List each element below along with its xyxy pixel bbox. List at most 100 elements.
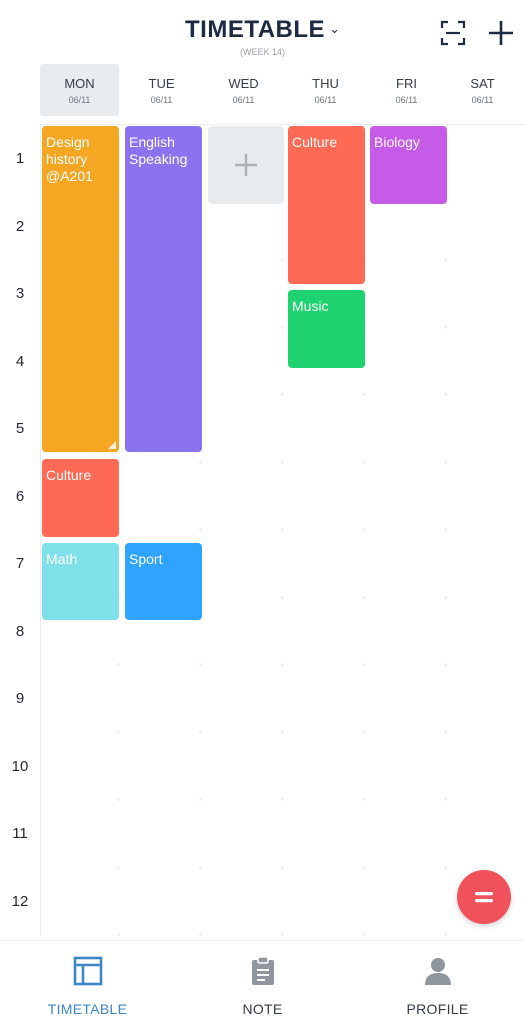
grid-dot bbox=[281, 393, 284, 396]
grid-dot bbox=[117, 933, 120, 936]
grid-dot bbox=[117, 798, 120, 801]
day-sat[interactable]: SAT 06/11 bbox=[443, 64, 522, 116]
event-culture-mon[interactable]: Culture bbox=[42, 459, 119, 537]
clipboard-icon bbox=[252, 956, 274, 985]
day-name: MON bbox=[64, 76, 95, 91]
event-label: English Speaking bbox=[129, 134, 188, 167]
hour-label: 5 bbox=[15, 420, 25, 437]
grid-dot bbox=[281, 798, 284, 801]
week-label: (WEEK 14) bbox=[239, 47, 285, 57]
hour-label: 10 bbox=[11, 758, 29, 775]
event-label: Biology bbox=[374, 134, 420, 150]
grid-dot bbox=[117, 730, 120, 734]
menu-icon bbox=[475, 892, 493, 903]
day-date: 06/11 bbox=[314, 95, 337, 105]
grid-dot bbox=[444, 595, 447, 599]
hour-label: 2 bbox=[15, 218, 25, 235]
event-biology[interactable]: Biology bbox=[370, 126, 447, 204]
grid-dot bbox=[199, 663, 202, 666]
event-label: Sport bbox=[129, 551, 163, 567]
grid-dot bbox=[199, 798, 202, 801]
event-label: Math bbox=[46, 551, 78, 567]
day-name: WED bbox=[228, 76, 259, 91]
grid-dot bbox=[363, 460, 366, 464]
hour-label: 1 bbox=[15, 150, 25, 167]
day-date: 06/11 bbox=[395, 95, 418, 105]
grid-dot bbox=[444, 325, 447, 329]
event-label: Culture bbox=[46, 467, 92, 483]
grid-dot bbox=[281, 730, 284, 734]
day-wed[interactable]: WED 06/11 bbox=[204, 64, 283, 116]
grid-dot bbox=[444, 460, 447, 464]
event-sport[interactable]: Sport bbox=[125, 543, 202, 620]
grid-dot bbox=[363, 393, 366, 396]
nav-profile[interactable]: PROFILE bbox=[350, 941, 525, 1024]
grid-dot bbox=[444, 865, 447, 869]
hour-label: 4 bbox=[15, 353, 25, 370]
event-label: Design history @A201 bbox=[46, 134, 93, 184]
day-date: 06/11 bbox=[232, 95, 255, 105]
day-fri[interactable]: FRI 06/11 bbox=[367, 64, 446, 116]
grid-dot bbox=[444, 933, 447, 936]
grid-dot bbox=[363, 595, 366, 599]
bottom-nav: TIMETABLE NOTE PROFILE bbox=[0, 940, 525, 1024]
grid-dot bbox=[117, 663, 120, 666]
event-english-speaking[interactable]: English Speaking bbox=[125, 126, 202, 452]
plus-icon bbox=[235, 154, 257, 176]
hour-label: 7 bbox=[15, 555, 25, 572]
plus-icon bbox=[489, 21, 513, 45]
add-class-slot[interactable] bbox=[208, 126, 284, 204]
day-date: 06/11 bbox=[150, 95, 173, 105]
day-date: 06/11 bbox=[471, 95, 494, 105]
grid-dot bbox=[281, 528, 284, 531]
nav-note[interactable]: NOTE bbox=[175, 941, 350, 1024]
scan-button[interactable] bbox=[440, 20, 466, 46]
event-culture-thu[interactable]: Culture bbox=[288, 126, 365, 284]
nav-label: PROFILE bbox=[406, 1001, 469, 1017]
day-date: 06/11 bbox=[68, 95, 91, 105]
nav-label: TIMETABLE bbox=[47, 1001, 128, 1017]
scan-icon bbox=[440, 20, 466, 46]
grid-dot bbox=[444, 798, 447, 801]
event-music[interactable]: Music bbox=[288, 290, 365, 368]
person-icon bbox=[425, 958, 451, 985]
resize-handle-icon[interactable] bbox=[108, 441, 116, 449]
grid-dot bbox=[363, 798, 366, 801]
grid-dot bbox=[363, 730, 366, 734]
timetable-app: TIMETABLE ⌄ (WEEK 14) MON 06/11 TUE 06/11 bbox=[0, 0, 525, 1024]
event-label: Culture bbox=[292, 134, 338, 150]
grid-dot bbox=[199, 460, 202, 464]
day-name: SAT bbox=[470, 76, 495, 91]
grid-dot bbox=[363, 865, 366, 869]
header: TIMETABLE ⌄ (WEEK 14) bbox=[0, 0, 525, 62]
grid-dot bbox=[199, 865, 202, 869]
hour-label: 12 bbox=[11, 893, 29, 910]
event-design-history[interactable]: Design history @A201 bbox=[42, 126, 119, 452]
day-name: TUE bbox=[148, 76, 175, 91]
day-name: THU bbox=[312, 76, 339, 91]
add-button[interactable] bbox=[486, 18, 516, 48]
day-thu[interactable]: THU 06/11 bbox=[286, 64, 365, 116]
grid-dot bbox=[281, 865, 284, 869]
grid-dot bbox=[444, 258, 447, 261]
event-label: Music bbox=[292, 298, 329, 314]
event-math[interactable]: Math bbox=[42, 543, 119, 620]
hour-label: 8 bbox=[15, 623, 25, 640]
grid-dot bbox=[363, 933, 366, 936]
grid-dot bbox=[281, 460, 284, 464]
hour-column: 1 2 3 4 5 6 7 8 9 10 11 12 bbox=[0, 124, 40, 936]
grid-dot bbox=[117, 865, 120, 869]
grid-dot bbox=[199, 730, 202, 734]
grid-dot bbox=[444, 663, 447, 666]
grid-dot bbox=[281, 595, 284, 599]
day-mon[interactable]: MON 06/11 bbox=[40, 64, 119, 116]
grid-dot bbox=[281, 933, 284, 936]
grid-dot bbox=[281, 258, 284, 261]
hour-label: 9 bbox=[15, 690, 25, 707]
day-tue[interactable]: TUE 06/11 bbox=[122, 64, 201, 116]
menu-fab-button[interactable] bbox=[457, 870, 511, 924]
grid-dot bbox=[444, 528, 447, 531]
grid-dot bbox=[199, 933, 202, 936]
day-header-row: MON 06/11 TUE 06/11 WED 06/11 THU 06/11 … bbox=[40, 64, 525, 116]
nav-timetable[interactable]: TIMETABLE bbox=[0, 941, 175, 1024]
